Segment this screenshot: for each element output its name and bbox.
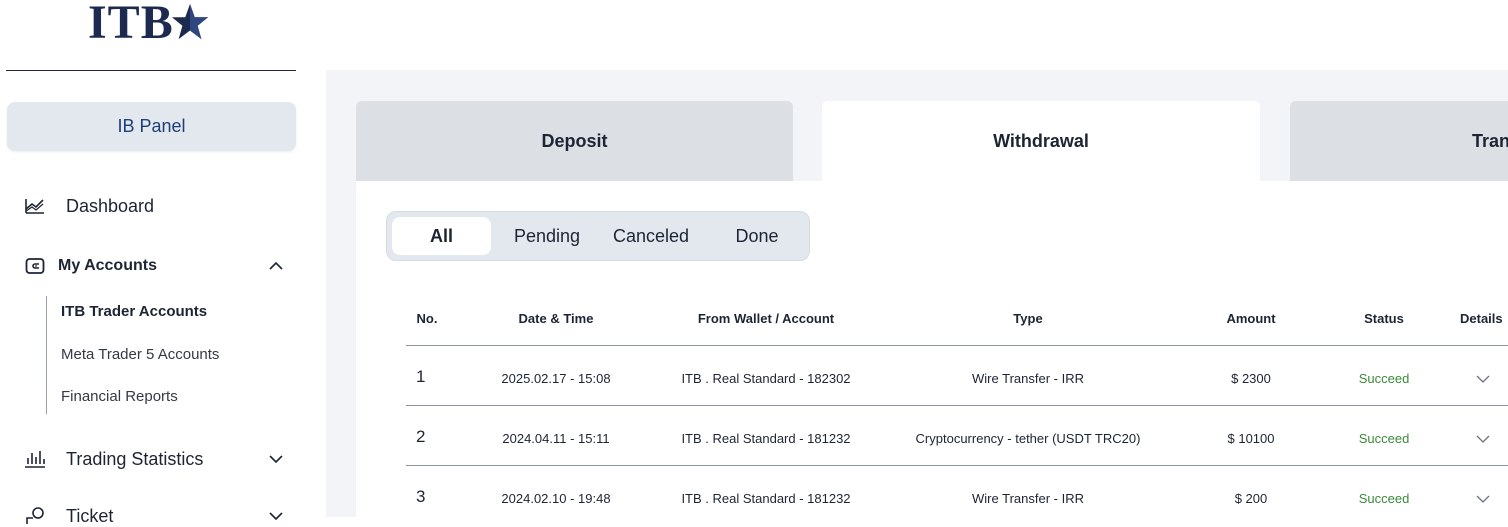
row-type: Wire Transfer - IRR: [972, 491, 1084, 506]
column-header-amount: Amount: [1226, 311, 1276, 326]
main-content: Deposit Withdrawal Tran All Pending Canc…: [326, 70, 1508, 517]
logo-divider: [6, 70, 296, 71]
sidebar-subitem-financial-reports[interactable]: Financial Reports: [61, 388, 178, 405]
logo-text: ITB: [88, 0, 174, 49]
row-number: 1: [416, 367, 426, 386]
sidebar-item-dashboard[interactable]: Dashboard: [24, 195, 294, 217]
status-badge: Succeed: [1358, 491, 1410, 506]
status-badge: Succeed: [1358, 371, 1410, 386]
column-header-date-time: Date & Time: [518, 311, 594, 326]
column-header-type: Type: [1013, 311, 1043, 326]
row-datetime: 2024.02.10 - 19:48: [501, 491, 611, 506]
row-amount: $ 200: [1234, 491, 1268, 506]
ticket-icon: [24, 505, 46, 527]
sidebar-item-ticket[interactable]: Ticket: [24, 505, 294, 527]
column-header-no: No.: [416, 311, 438, 326]
star-icon: [171, 3, 208, 40]
sidebar-item-my-accounts[interactable]: My Accounts: [24, 255, 294, 277]
row-datetime: 2024.04.11 - 15:11: [502, 431, 610, 446]
column-header-details: Details: [1460, 311, 1503, 326]
sidebar-item-label: Dashboard: [66, 195, 155, 216]
sidebar-item-label: My Accounts: [58, 257, 157, 274]
sidebar-subitem-itb-trader-accounts[interactable]: ITB Trader Accounts: [61, 303, 207, 320]
withdrawal-panel: All Pending Canceled Done No. Date & Tim…: [356, 181, 1508, 517]
filter-all[interactable]: All: [392, 217, 491, 255]
row-amount: $ 2300: [1231, 371, 1271, 386]
chevron-down-icon[interactable]: [268, 451, 284, 467]
filter-done[interactable]: Done: [717, 217, 797, 255]
chevron-down-icon[interactable]: [1476, 434, 1490, 444]
tab-deposit[interactable]: Deposit: [356, 101, 793, 181]
sidebar-item-label: Trading Statistics: [66, 448, 204, 469]
tab-transfer[interactable]: Tran: [1290, 101, 1508, 181]
tab-withdrawal[interactable]: Withdrawal: [822, 101, 1260, 181]
row-datetime: 2025.02.17 - 15:08: [501, 371, 611, 386]
row-amount: $ 10100: [1227, 431, 1275, 446]
chevron-up-icon[interactable]: [268, 258, 284, 274]
filter-pending[interactable]: Pending: [499, 217, 595, 255]
chart-icon: [24, 195, 46, 217]
table-divider: [406, 465, 1508, 466]
column-header-from-wallet: From Wallet / Account: [697, 311, 835, 326]
table-divider: [406, 345, 1508, 346]
row-number: 2: [416, 427, 426, 446]
wallet-icon: [24, 255, 46, 277]
sidebar-subitem-meta-trader-5-accounts[interactable]: Meta Trader 5 Accounts: [61, 346, 219, 363]
ib-panel-button[interactable]: IB Panel: [7, 102, 296, 151]
chevron-down-icon[interactable]: [1476, 494, 1490, 504]
sidebar-item-trading-statistics[interactable]: Trading Statistics: [24, 448, 294, 470]
filter-canceled[interactable]: Canceled: [599, 217, 703, 255]
row-from-wallet: ITB . Real Standard - 182302: [681, 371, 851, 386]
status-badge: Succeed: [1358, 431, 1410, 446]
itb-logo[interactable]: ITB: [88, 0, 209, 49]
status-filter-group: All Pending Canceled Done: [386, 211, 810, 261]
row-from-wallet: ITB . Real Standard - 181232: [681, 431, 851, 446]
row-type: Wire Transfer - IRR: [972, 371, 1084, 386]
row-number: 3: [416, 487, 426, 506]
submenu-divider: [46, 296, 47, 414]
sidebar-item-label: Ticket: [66, 505, 114, 526]
row-type: Cryptocurrency - tether (USDT TRC20): [915, 431, 1141, 446]
column-header-status: Status: [1364, 311, 1404, 326]
sidebar: ITB IB Panel Dashboard My Accounts ITB T…: [0, 0, 326, 526]
table-divider: [406, 405, 1508, 406]
row-from-wallet: ITB . Real Standard - 181232: [681, 491, 851, 506]
bar-chart-icon: [24, 448, 46, 470]
chevron-down-icon[interactable]: [1476, 374, 1490, 384]
chevron-down-icon[interactable]: [268, 508, 284, 524]
